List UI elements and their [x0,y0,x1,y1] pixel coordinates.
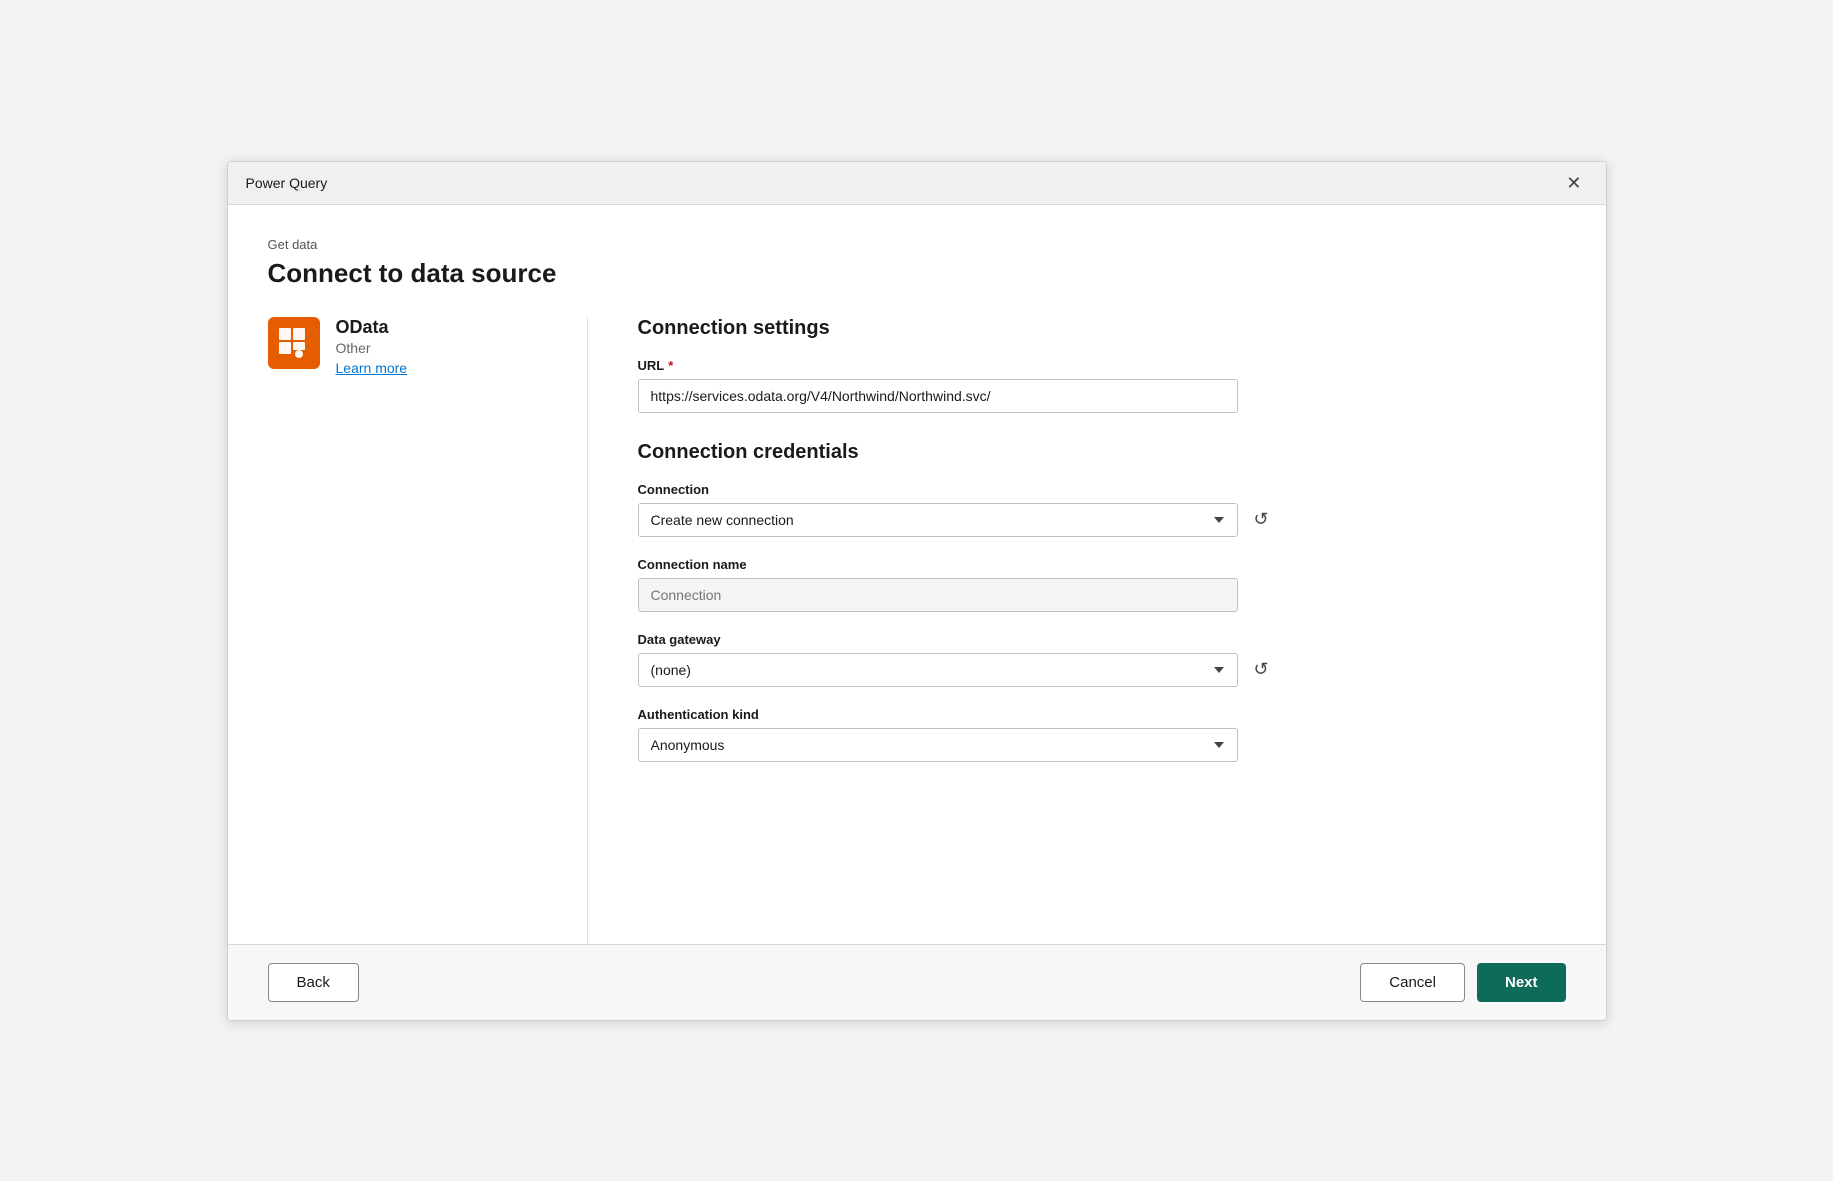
data-gateway-select[interactable]: (none) [638,653,1238,687]
next-button[interactable]: Next [1477,963,1566,1002]
learn-more-link[interactable]: Learn more [336,360,408,376]
auth-kind-field-group: Authentication kind Anonymous Basic OAut… [638,707,1566,762]
page-meta: Get data [268,237,1566,252]
connection-name-input[interactable] [638,578,1238,612]
main-body: OData Other Learn more Connection settin… [268,317,1566,944]
data-gateway-refresh-button[interactable]: ↺ [1248,655,1275,684]
cancel-button[interactable]: Cancel [1360,963,1465,1002]
dialog-title: Power Query [246,175,328,191]
auth-kind-select[interactable]: Anonymous Basic OAuth2 [638,728,1238,762]
title-bar: Power Query ✕ [228,162,1606,205]
connection-name-label: Connection name [638,557,1566,572]
connection-settings-title: Connection settings [638,317,1566,340]
credentials-section: Connection credentials Connection Create… [638,441,1566,762]
data-gateway-field-group: Data gateway (none) ↺ [638,632,1566,687]
left-panel: OData Other Learn more [268,317,588,944]
footer-right: Cancel Next [1360,963,1565,1002]
connection-field-group: Connection Create new connection ↺ [638,482,1566,537]
connection-label: Connection [638,482,1566,497]
odata-icon-svg [277,326,311,360]
right-panel: Connection settings URL * Connection cre… [588,317,1566,944]
url-input[interactable] [638,379,1238,413]
connector-category: Other [336,340,408,356]
connector-text: OData Other Learn more [336,317,408,378]
data-gateway-select-wrapper: (none) [638,653,1238,687]
url-label: URL * [638,358,1566,373]
connection-select[interactable]: Create new connection [638,503,1238,537]
dialog: Power Query ✕ Get data Connect to data s… [227,161,1607,1021]
connection-select-wrapper: Create new connection [638,503,1238,537]
connector-icon [268,317,320,369]
connection-dropdown-row: Create new connection ↺ [638,503,1566,537]
footer: Back Cancel Next [228,944,1606,1020]
auth-kind-label: Authentication kind [638,707,1566,722]
connection-name-field-group: Connection name [638,557,1566,612]
data-gateway-label: Data gateway [638,632,1566,647]
url-field-group: URL * [638,358,1566,413]
close-button[interactable]: ✕ [1560,172,1587,194]
connector-name: OData [336,317,408,338]
connection-refresh-button[interactable]: ↺ [1248,505,1275,534]
credentials-title: Connection credentials [638,441,1566,464]
back-button[interactable]: Back [268,963,359,1002]
required-star: * [668,358,673,373]
content-area: Get data Connect to data source [228,205,1606,944]
footer-left: Back [268,963,359,1002]
connector-info: OData Other Learn more [268,317,557,378]
auth-kind-select-wrapper: Anonymous Basic OAuth2 [638,728,1238,762]
data-gateway-dropdown-row: (none) ↺ [638,653,1566,687]
page-title: Connect to data source [268,258,1566,289]
